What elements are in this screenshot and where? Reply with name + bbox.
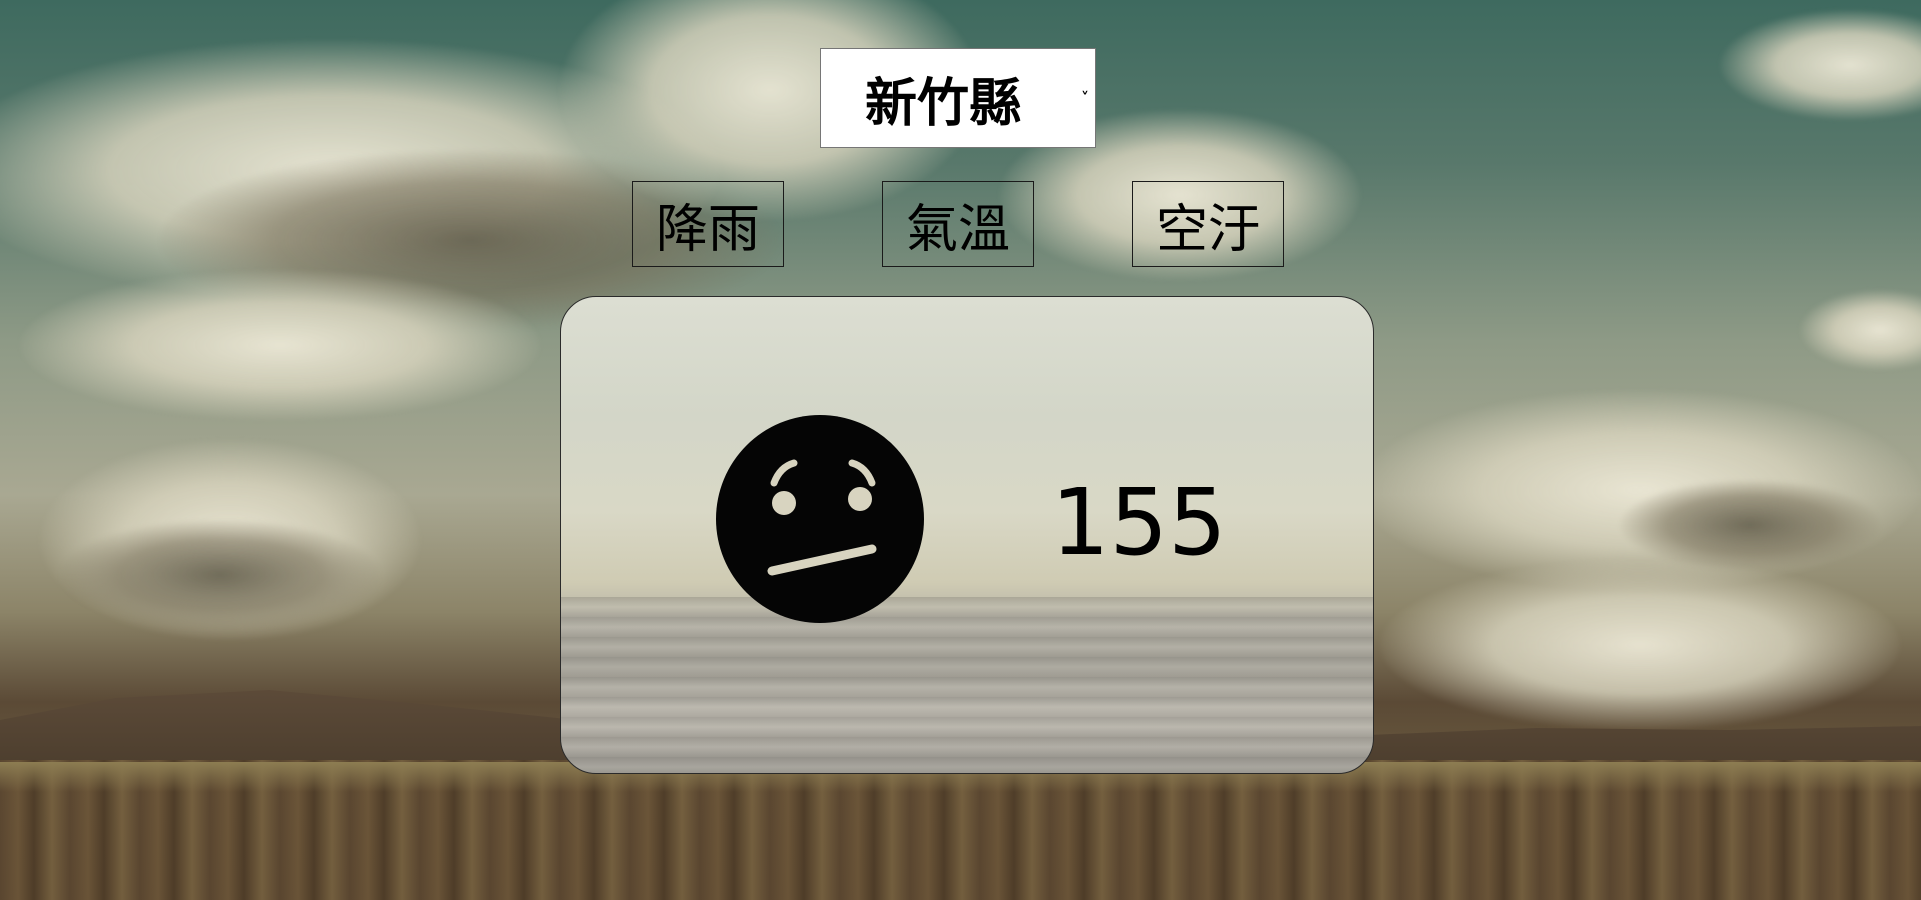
tab-air-pollution[interactable]: 空汙 bbox=[1132, 181, 1284, 267]
confused-face-icon bbox=[716, 415, 924, 623]
background-cloud bbox=[1620, 480, 1880, 570]
background-cloud bbox=[1720, 10, 1921, 120]
county-select-value: 新竹縣 bbox=[865, 73, 1022, 134]
air-quality-card: 155 bbox=[560, 296, 1374, 774]
card-haze-background bbox=[561, 597, 1373, 773]
weather-page: 新竹縣 ˅ 降雨 氣溫 空汙 155 bbox=[0, 0, 1921, 900]
background-cloud bbox=[20, 270, 540, 420]
background-cloud bbox=[60, 520, 380, 630]
county-select[interactable]: 新竹縣 ˅ bbox=[820, 48, 1096, 148]
air-quality-value: 155 bbox=[1051, 469, 1227, 576]
background-cloud bbox=[1800, 290, 1921, 370]
background-cloud bbox=[1380, 560, 1900, 730]
chevron-down-icon: ˅ bbox=[1081, 88, 1089, 108]
tab-temperature[interactable]: 氣溫 bbox=[882, 181, 1034, 267]
tab-rain[interactable]: 降雨 bbox=[632, 181, 784, 267]
